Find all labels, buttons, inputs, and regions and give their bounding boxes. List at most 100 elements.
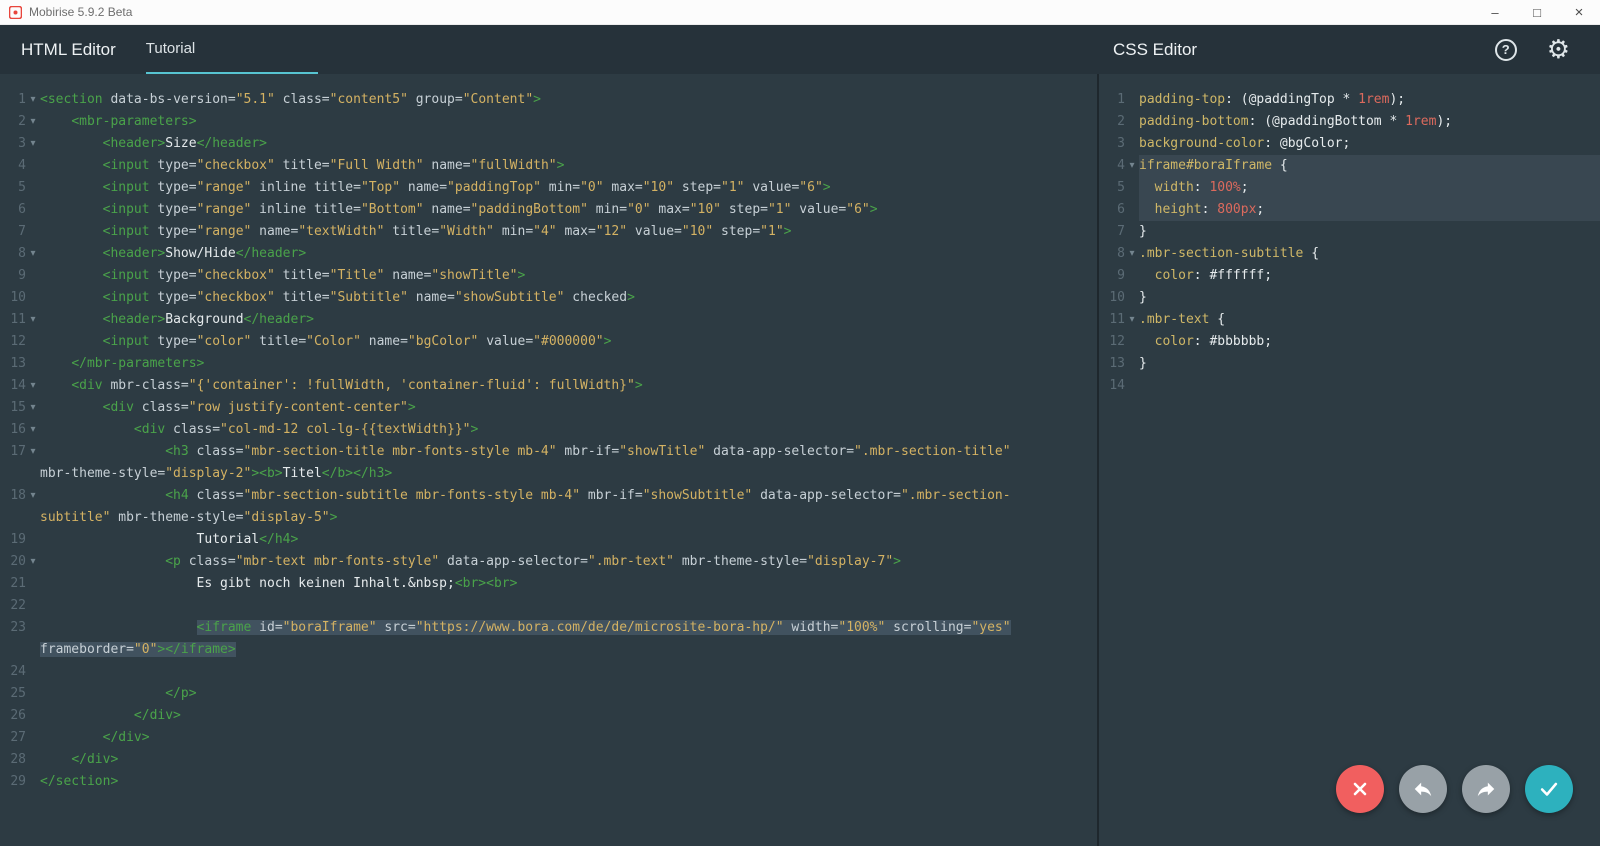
fold-arrow-icon[interactable]: ▾: [26, 485, 40, 507]
code-row[interactable]: 9 <input type="checkbox" title="Title" n…: [0, 265, 1097, 287]
code-row[interactable]: 11▾.mbr-text {: [1099, 309, 1600, 331]
code-row[interactable]: 22: [0, 595, 1097, 617]
fold-arrow-icon[interactable]: ▾: [26, 397, 40, 419]
code-row[interactable]: 4 <input type="checkbox" title="Full Wid…: [0, 155, 1097, 177]
code-text: <mbr-parameters>: [40, 111, 1097, 133]
line-number: 12: [1099, 331, 1125, 353]
code-text: <input type="range" inline title="Top" n…: [40, 177, 1097, 199]
code-row[interactable]: 15▾ <div class="row justify-content-cent…: [0, 397, 1097, 419]
gutter: 9: [1099, 265, 1139, 287]
code-row[interactable]: frameborder="0"></iframe>: [0, 639, 1097, 661]
code-row[interactable]: 3background-color: @bgColor;: [1099, 133, 1600, 155]
code-row[interactable]: 1padding-top: (@paddingTop * 1rem);: [1099, 89, 1600, 111]
fold-arrow-icon[interactable]: ▾: [1125, 243, 1139, 265]
code-row[interactable]: 29</section>: [0, 771, 1097, 793]
code-row[interactable]: 21 Es gibt noch keinen Inhalt.&nbsp;<br>…: [0, 573, 1097, 595]
html-code-editor[interactable]: 1▾<section data-bs-version="5.1" class="…: [0, 74, 1097, 846]
mobirise-logo-icon: [9, 6, 22, 19]
gutter: 4: [0, 155, 40, 177]
fold-arrow-icon[interactable]: ▾: [1125, 155, 1139, 177]
code-row[interactable]: 7}: [1099, 221, 1600, 243]
cancel-button[interactable]: [1336, 765, 1384, 813]
close-button[interactable]: ×: [1558, 0, 1600, 24]
code-row[interactable]: 26 </div>: [0, 705, 1097, 727]
code-row[interactable]: subtitle" mbr-theme-style="display-5">: [0, 507, 1097, 529]
line-number: 15: [0, 397, 26, 419]
code-text: </section>: [40, 771, 1097, 793]
code-row[interactable]: 14: [1099, 375, 1600, 397]
code-text: }: [1139, 287, 1600, 309]
code-row[interactable]: 4▾iframe#boraIframe {: [1099, 155, 1600, 177]
code-row[interactable]: 19 Tutorial</h4>: [0, 529, 1097, 551]
code-row[interactable]: 13 </mbr-parameters>: [0, 353, 1097, 375]
line-number: 8: [1099, 243, 1125, 265]
line-number: 21: [0, 573, 26, 595]
fold-arrow-icon[interactable]: ▾: [26, 111, 40, 133]
code-row[interactable]: 23 <iframe id="boraIframe" src="https://…: [0, 617, 1097, 639]
fold-spacer: [26, 287, 40, 309]
code-row[interactable]: 11▾ <header>Background</header>: [0, 309, 1097, 331]
code-row[interactable]: 2padding-bottom: (@paddingBottom * 1rem)…: [1099, 111, 1600, 133]
fold-arrow-icon[interactable]: ▾: [26, 133, 40, 155]
code-text: .mbr-text {: [1139, 309, 1600, 331]
header-left: HTML Editor Tutorial: [0, 25, 1097, 74]
line-number: 13: [1099, 353, 1125, 375]
code-row[interactable]: 25 </p>: [0, 683, 1097, 705]
code-row[interactable]: 14▾ <div mbr-class="{'container': !fullW…: [0, 375, 1097, 397]
code-row[interactable]: 18▾ <h4 class="mbr-section-subtitle mbr-…: [0, 485, 1097, 507]
code-row[interactable]: 24: [0, 661, 1097, 683]
code-row[interactable]: 2▾ <mbr-parameters>: [0, 111, 1097, 133]
fold-arrow-icon[interactable]: ▾: [26, 309, 40, 331]
gear-icon[interactable]: ⚙: [1547, 37, 1570, 63]
undo-button[interactable]: [1399, 765, 1447, 813]
gutter: 17▾: [0, 441, 40, 463]
help-icon[interactable]: ?: [1495, 39, 1517, 61]
code-row[interactable]: 16▾ <div class="col-md-12 col-lg-{{textW…: [0, 419, 1097, 441]
code-row[interactable]: 3▾ <header>Size</header>: [0, 133, 1097, 155]
fold-spacer: [26, 749, 40, 771]
minimize-button[interactable]: –: [1474, 0, 1516, 24]
gutter: 16▾: [0, 419, 40, 441]
code-row[interactable]: 6 <input type="range" inline title="Bott…: [0, 199, 1097, 221]
code-row[interactable]: 28 </div>: [0, 749, 1097, 771]
code-row[interactable]: 7 <input type="range" name="textWidth" t…: [0, 221, 1097, 243]
code-row[interactable]: 1▾<section data-bs-version="5.1" class="…: [0, 89, 1097, 111]
app-title: Mobirise 5.9.2 Beta: [29, 5, 132, 19]
fold-arrow-icon[interactable]: ▾: [26, 551, 40, 573]
tab-tutorial[interactable]: Tutorial: [146, 25, 318, 74]
code-text: padding-bottom: (@paddingBottom * 1rem);: [1139, 111, 1600, 133]
code-row[interactable]: 5 width: 100%;: [1099, 177, 1600, 199]
redo-button[interactable]: [1462, 765, 1510, 813]
gutter: 23: [0, 617, 40, 639]
gutter: 3▾: [0, 133, 40, 155]
code-row[interactable]: 10}: [1099, 287, 1600, 309]
css-code-editor[interactable]: 1padding-top: (@paddingTop * 1rem);2padd…: [1097, 74, 1600, 846]
gutter: 13: [0, 353, 40, 375]
code-text: </p>: [40, 683, 1097, 705]
code-row[interactable]: 9 color: #ffffff;: [1099, 265, 1600, 287]
code-row[interactable]: 8▾.mbr-section-subtitle {: [1099, 243, 1600, 265]
code-row[interactable]: 5 <input type="range" inline title="Top"…: [0, 177, 1097, 199]
fold-spacer: [26, 595, 40, 617]
code-row[interactable]: 8▾ <header>Show/Hide</header>: [0, 243, 1097, 265]
code-row[interactable]: 6 height: 800px;: [1099, 199, 1600, 221]
code-row[interactable]: 12 <input type="color" title="Color" nam…: [0, 331, 1097, 353]
maximize-button[interactable]: □: [1516, 0, 1558, 24]
code-row[interactable]: 12 color: #bbbbbb;: [1099, 331, 1600, 353]
fold-arrow-icon[interactable]: ▾: [26, 243, 40, 265]
fold-arrow-icon[interactable]: ▾: [26, 375, 40, 397]
line-number: 28: [0, 749, 26, 771]
apply-button[interactable]: [1525, 765, 1573, 813]
code-row[interactable]: mbr-theme-style="display-2"><b>Titel</b>…: [0, 463, 1097, 485]
fold-arrow-icon[interactable]: ▾: [26, 441, 40, 463]
code-row[interactable]: 27 </div>: [0, 727, 1097, 749]
code-row[interactable]: 17▾ <h3 class="mbr-section-title mbr-fon…: [0, 441, 1097, 463]
line-number: 16: [0, 419, 26, 441]
code-row[interactable]: 20▾ <p class="mbr-text mbr-fonts-style" …: [0, 551, 1097, 573]
fold-arrow-icon[interactable]: ▾: [26, 89, 40, 111]
gutter: 14▾: [0, 375, 40, 397]
code-row[interactable]: 13}: [1099, 353, 1600, 375]
fold-arrow-icon[interactable]: ▾: [1125, 309, 1139, 331]
fold-arrow-icon[interactable]: ▾: [26, 419, 40, 441]
code-row[interactable]: 10 <input type="checkbox" title="Subtitl…: [0, 287, 1097, 309]
